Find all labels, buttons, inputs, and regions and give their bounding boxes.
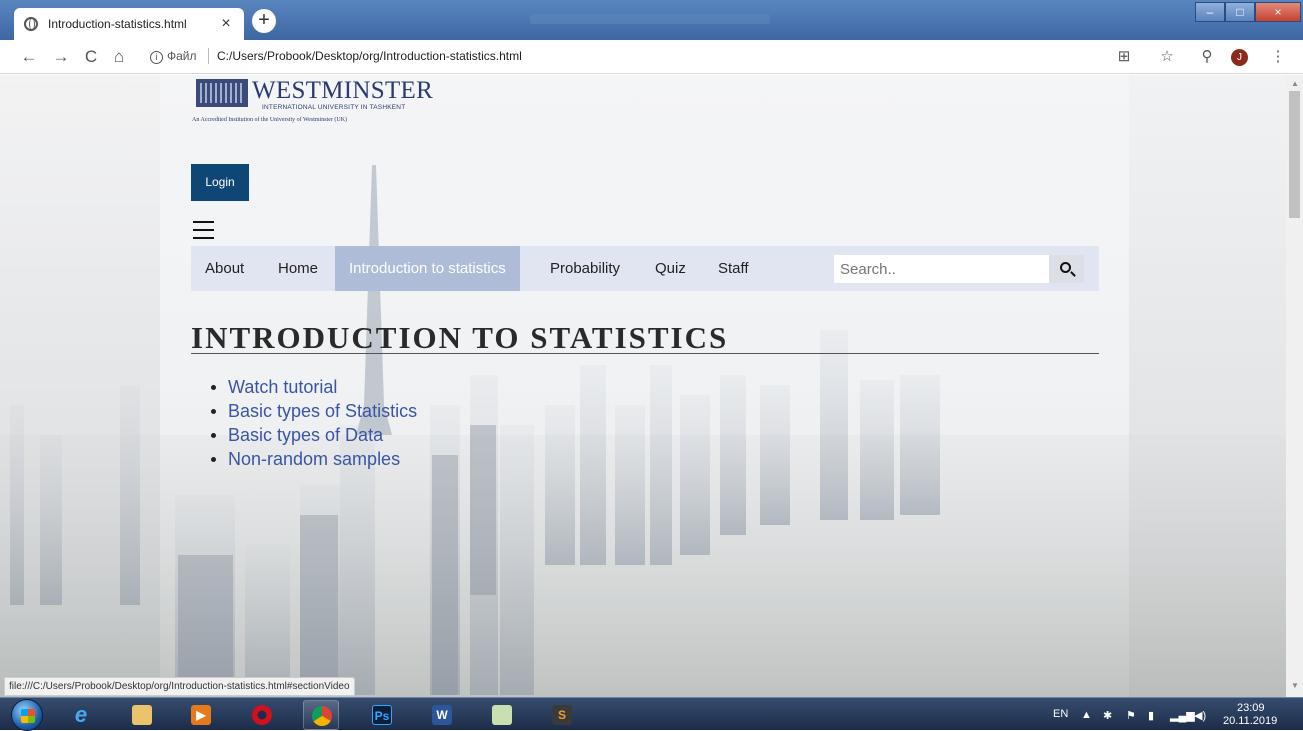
globe-icon: [24, 17, 38, 31]
login-button[interactable]: Login: [191, 164, 249, 201]
menu-kebab-icon[interactable]: ⋮: [1268, 47, 1288, 67]
windows-logo-icon: [21, 709, 35, 723]
vertical-scrollbar[interactable]: ▲ ▼: [1286, 75, 1303, 697]
info-icon: i: [150, 51, 163, 64]
page-title: INTRODUCTION TO STATISTICS: [191, 320, 729, 355]
word-icon[interactable]: W: [424, 700, 460, 730]
university-emblem-icon: [196, 79, 248, 107]
window-close-button[interactable]: ×: [1255, 2, 1301, 22]
title-divider: [191, 353, 1099, 354]
volume-icon[interactable]: ◀): [1194, 709, 1206, 722]
address-bar: ← → C ⌂ i Файл C:/Users/Probook/Desktop/o…: [0, 40, 1303, 74]
power-icon[interactable]: ▮: [1148, 709, 1154, 722]
scrollbar-thumb[interactable]: [1289, 91, 1300, 218]
file-explorer-icon[interactable]: [124, 700, 160, 730]
window-title: [530, 14, 770, 24]
bluetooth-icon[interactable]: ✱: [1103, 709, 1112, 722]
browser-titlebar: Introduction-statistics.html × + – □ ×: [0, 0, 1303, 40]
page-viewport: WESTMINSTER INTERNATIONAL UNIVERSITY IN …: [0, 75, 1286, 697]
logo-name: WESTMINSTER: [252, 77, 434, 104]
opera-icon[interactable]: [244, 700, 280, 730]
maximize-button[interactable]: □: [1225, 2, 1255, 22]
topic-link-watch-tutorial[interactable]: Watch tutorial: [209, 375, 417, 399]
url-field[interactable]: C:/Users/Probook/Desktop/org/Introductio…: [217, 49, 522, 63]
nav-item-home[interactable]: Home: [264, 246, 332, 291]
chrome-icon[interactable]: [303, 700, 339, 730]
clock-time[interactable]: 23:09: [1237, 702, 1265, 714]
browser-tab[interactable]: Introduction-statistics.html ×: [14, 8, 244, 40]
hamburger-menu-icon[interactable]: [193, 221, 214, 239]
tray-expand-icon[interactable]: ▲: [1081, 709, 1092, 721]
search-icon: [1060, 262, 1071, 273]
logo-subtitle: INTERNATIONAL UNIVERSITY IN TASHKENT: [262, 104, 406, 111]
bookmark-star-icon[interactable]: ☆: [1157, 47, 1177, 67]
windows-taskbar: e ▶ Ps W S EN ▲ ✱ ⚑ ▮ ▂▄▆ ◀) 23:09 20.11…: [0, 697, 1303, 731]
action-center-icon[interactable]: ⚑: [1126, 709, 1136, 722]
profile-avatar[interactable]: J: [1231, 49, 1248, 66]
logo-tagline: An Accredited Institution of the Univers…: [192, 117, 348, 123]
network-signal-icon[interactable]: ▂▄▆: [1170, 709, 1195, 722]
scroll-up-icon[interactable]: ▲: [1291, 79, 1299, 88]
minimize-button[interactable]: –: [1195, 2, 1225, 22]
home-icon[interactable]: ⌂: [108, 46, 130, 68]
search-button[interactable]: [1049, 255, 1084, 283]
media-player-icon[interactable]: ▶: [183, 700, 219, 730]
window-controls: – □ ×: [1195, 2, 1301, 24]
nav-item-quiz[interactable]: Quiz: [641, 246, 700, 291]
search-input[interactable]: [834, 255, 1049, 283]
university-logo[interactable]: WESTMINSTER INTERNATIONAL UNIVERSITY IN …: [192, 77, 434, 127]
back-icon[interactable]: ←: [18, 46, 40, 68]
tab-close-button[interactable]: ×: [218, 15, 234, 33]
nav-item-staff[interactable]: Staff: [704, 246, 763, 291]
link-status-bar: file:///C:/Users/Probook/Desktop/org/Int…: [4, 677, 355, 696]
url-scheme-label: Файл: [167, 49, 197, 63]
language-indicator[interactable]: EN: [1053, 708, 1068, 720]
topic-list: Watch tutorial Basic types of Statistics…: [209, 375, 417, 471]
start-button[interactable]: [11, 699, 43, 731]
tab-title: Introduction-statistics.html: [48, 17, 187, 31]
url-separator: [208, 48, 209, 64]
topic-link-non-random-samples[interactable]: Non-random samples: [209, 447, 417, 471]
clock-date[interactable]: 20.11.2019: [1223, 715, 1277, 727]
translate-icon[interactable]: ⊞: [1114, 47, 1134, 67]
site-info-button[interactable]: i Файл: [150, 49, 197, 64]
sublime-icon[interactable]: S: [544, 700, 580, 730]
forward-icon[interactable]: →: [50, 46, 72, 68]
nav-item-introduction-to-statistics[interactable]: Introduction to statistics: [335, 246, 520, 291]
topic-link-basic-types-of-statistics[interactable]: Basic types of Statistics: [209, 399, 417, 423]
internet-explorer-icon[interactable]: e: [63, 700, 99, 730]
nav-item-probability[interactable]: Probability: [536, 246, 634, 291]
reload-icon[interactable]: C: [80, 46, 102, 68]
nav-item-about[interactable]: About: [191, 246, 258, 291]
photoshop-icon[interactable]: Ps: [364, 700, 400, 730]
project-icon[interactable]: [484, 700, 520, 730]
scroll-down-icon[interactable]: ▼: [1291, 681, 1299, 690]
zoom-search-icon[interactable]: ⚲: [1197, 47, 1217, 67]
new-tab-button[interactable]: +: [252, 9, 276, 33]
topic-link-basic-types-of-data[interactable]: Basic types of Data: [209, 423, 417, 447]
